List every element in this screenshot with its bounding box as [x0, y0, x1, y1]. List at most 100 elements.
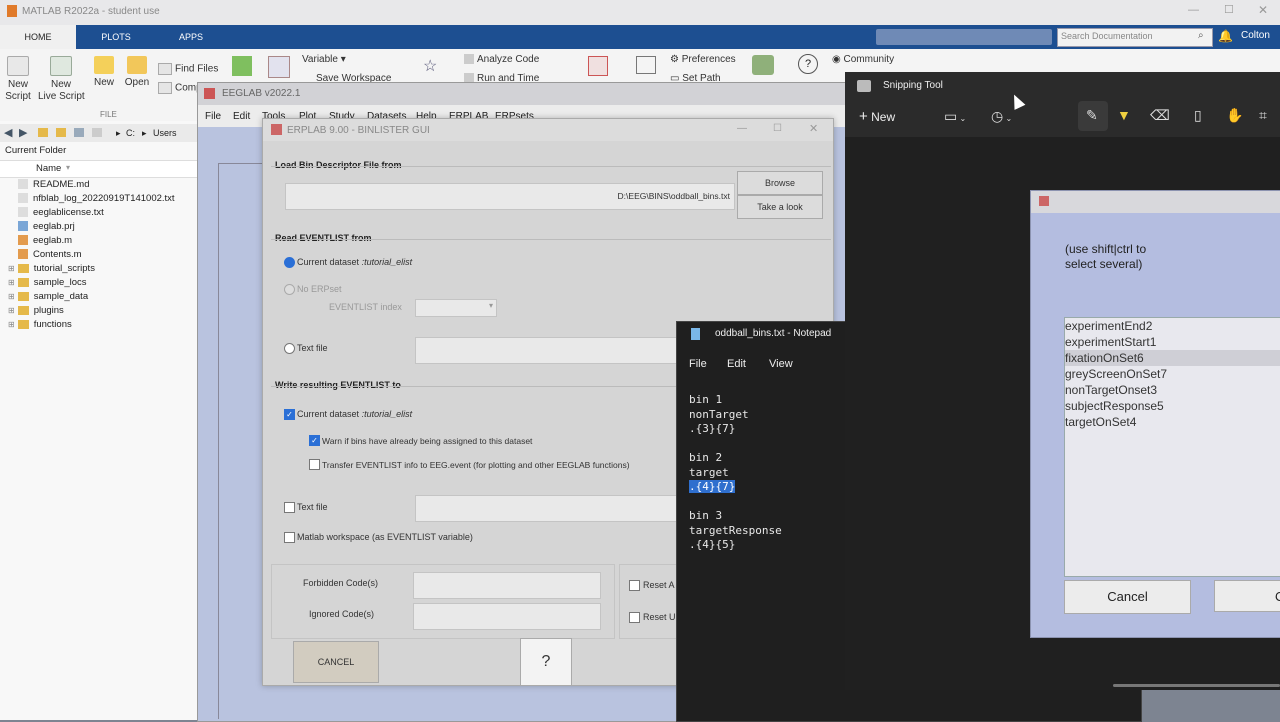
text-file-read-radio[interactable]	[284, 343, 295, 354]
forbidden-codes-field[interactable]	[413, 572, 601, 599]
search-input[interactable]: Search Documentation ⌕	[1057, 28, 1213, 47]
variable-button[interactable]: Variable ▾	[302, 54, 346, 66]
back-arrow-icon[interactable]: ◀	[4, 126, 12, 139]
save-workspace-icon[interactable]	[268, 56, 290, 78]
expand-icon[interactable]: ⊞	[8, 264, 15, 273]
folder-row[interactable]: ⊞ sample_locs	[8, 276, 87, 290]
ok-button[interactable]: Ok	[1214, 580, 1280, 612]
ignored-codes-field[interactable]	[413, 603, 601, 630]
user-account[interactable]: Colton	[1241, 30, 1270, 41]
list-item[interactable]: experimentEnd2	[1065, 319, 1152, 333]
list-item[interactable]: nonTargetOnset3	[1065, 383, 1157, 397]
close-icon[interactable]: ✕	[809, 122, 818, 135]
file-row[interactable]: eeglab.m	[18, 234, 72, 248]
delay-timer-icon[interactable]: ◷ ⌄	[991, 108, 1012, 125]
notepad-menu-view[interactable]: View	[769, 358, 793, 370]
reset-u-checkbox[interactable]	[629, 612, 640, 623]
open-button[interactable]: Open	[124, 56, 150, 89]
simulink-icon[interactable]	[588, 56, 608, 76]
list-item[interactable]: experimentStart1	[1065, 335, 1156, 349]
file-row[interactable]: eeglab.prj	[18, 220, 75, 234]
import-data-icon[interactable]	[232, 56, 252, 76]
matlab-workspace-checkbox[interactable]	[284, 532, 295, 543]
write-current-dataset-checkbox[interactable]: ✓	[284, 409, 295, 420]
expand-icon[interactable]: ⊞	[8, 292, 15, 301]
expand-icon[interactable]: ⊞	[8, 320, 15, 329]
name-column-header[interactable]: Name ▾	[0, 160, 197, 178]
take-a-look-button[interactable]: Take a look	[737, 195, 823, 219]
expand-icon[interactable]: ⊞	[8, 306, 15, 315]
minimize-icon[interactable]: —	[1188, 4, 1199, 16]
touch-writing-icon[interactable]: ✋	[1226, 107, 1243, 124]
menu-edit[interactable]: Edit	[233, 111, 250, 122]
compare-button[interactable]: Comp	[158, 82, 202, 95]
file-row[interactable]: nfblab_log_20220919T141002.txt	[18, 192, 175, 206]
close-icon[interactable]: ✕	[1258, 3, 1268, 17]
folder-row[interactable]: ⊞ plugins	[8, 304, 64, 318]
text-file-write-field[interactable]	[415, 495, 679, 522]
eventlist-index-select[interactable]: ▾	[415, 299, 497, 317]
current-dataset-radio[interactable]	[284, 257, 295, 268]
text-file-write-checkbox[interactable]	[284, 502, 295, 513]
favorites-icon[interactable]: ☆	[423, 56, 443, 76]
find-files-button[interactable]: Find Files	[158, 63, 218, 76]
breadcrumb-users[interactable]: Users	[153, 128, 177, 138]
crop-icon[interactable]: ⌗	[1259, 107, 1267, 124]
ruler-icon[interactable]: ▯	[1194, 107, 1202, 124]
pen-icon[interactable]: ✎	[1086, 107, 1098, 124]
cancel-button[interactable]: CANCEL	[293, 641, 379, 683]
analyze-code-button[interactable]: Analyze Code	[464, 54, 539, 66]
file-row[interactable]: README.md	[18, 178, 89, 192]
community-button[interactable]: ◉ Community	[832, 54, 894, 66]
address-bar[interactable]: ◀ ▶ ▸ C: ▸ Users	[0, 124, 197, 142]
layout-icon[interactable]	[636, 56, 656, 74]
maximize-icon[interactable]: ☐	[1224, 3, 1234, 16]
no-erpset-radio[interactable]	[284, 284, 295, 295]
browse-button[interactable]: Browse	[737, 171, 823, 195]
search-icon[interactable]: ⌕	[1198, 30, 1204, 41]
file-row[interactable]: Contents.m	[18, 248, 82, 262]
menu-file[interactable]: File	[205, 111, 221, 122]
transfer-eventlist-checkbox[interactable]	[309, 459, 320, 470]
cancel-button[interactable]: Cancel	[1064, 580, 1191, 614]
help-icon[interactable]: ?	[798, 54, 818, 74]
snip-mode-rectangle-icon[interactable]: ▭ ⌄	[944, 108, 966, 125]
notepad-menu-edit[interactable]: Edit	[727, 358, 746, 370]
tab-apps[interactable]: APPS	[156, 25, 226, 49]
tab-home[interactable]: HOME	[0, 25, 76, 49]
list-item[interactable]: targetOnSet4	[1065, 415, 1136, 429]
folder-row[interactable]: ⊞ tutorial_scripts	[8, 262, 95, 276]
folder-row[interactable]: ⊞ functions	[8, 318, 72, 332]
breadcrumb-drive[interactable]: C:	[126, 128, 135, 138]
bdf-path-field[interactable]: D:\EEG\BINS\oddball_bins.txt	[285, 183, 735, 210]
folder-row[interactable]: ⊞ sample_data	[8, 290, 88, 304]
new-button[interactable]: New	[92, 56, 116, 89]
folder-up-icon[interactable]	[38, 128, 48, 137]
new-script-button[interactable]: New Script	[5, 56, 31, 103]
quick-access-toolbar[interactable]	[876, 29, 1052, 45]
file-row[interactable]: eeglablicense.txt	[18, 206, 104, 220]
horizontal-scrollbar[interactable]	[1113, 684, 1280, 687]
list-item[interactable]: greyScreenOnSet7	[1065, 367, 1167, 381]
warn-bins-checkbox[interactable]: ✓	[309, 435, 320, 446]
highlighter-icon[interactable]: ▼	[1117, 107, 1131, 123]
help-button[interactable]: ?	[520, 638, 572, 686]
browse-folder-icon[interactable]	[56, 128, 66, 137]
maximize-icon[interactable]: ☐	[773, 123, 782, 134]
preferences-button[interactable]: ⚙ Preferences	[670, 54, 736, 66]
add-ons-icon[interactable]	[752, 55, 774, 75]
list-item[interactable]: subjectResponse5	[1065, 399, 1164, 413]
text-file-read-field[interactable]	[415, 337, 679, 364]
search-folder-icon[interactable]	[74, 128, 84, 137]
expand-icon[interactable]: ⊞	[8, 278, 15, 287]
new-snip-button[interactable]: + New	[859, 106, 895, 128]
new-live-script-button[interactable]: New Live Script	[38, 56, 85, 103]
notification-bell-icon[interactable]: 🔔	[1218, 29, 1233, 43]
reset-a-checkbox[interactable]	[629, 580, 640, 591]
tab-plots[interactable]: PLOTS	[80, 25, 152, 49]
minimize-icon[interactable]: —	[737, 123, 747, 134]
eraser-icon[interactable]: ⌫	[1150, 107, 1170, 124]
forward-arrow-icon[interactable]: ▶	[19, 126, 27, 139]
list-item-selected[interactable]: fixationOnSet6	[1065, 351, 1144, 365]
notepad-menu-file[interactable]: File	[689, 358, 707, 370]
